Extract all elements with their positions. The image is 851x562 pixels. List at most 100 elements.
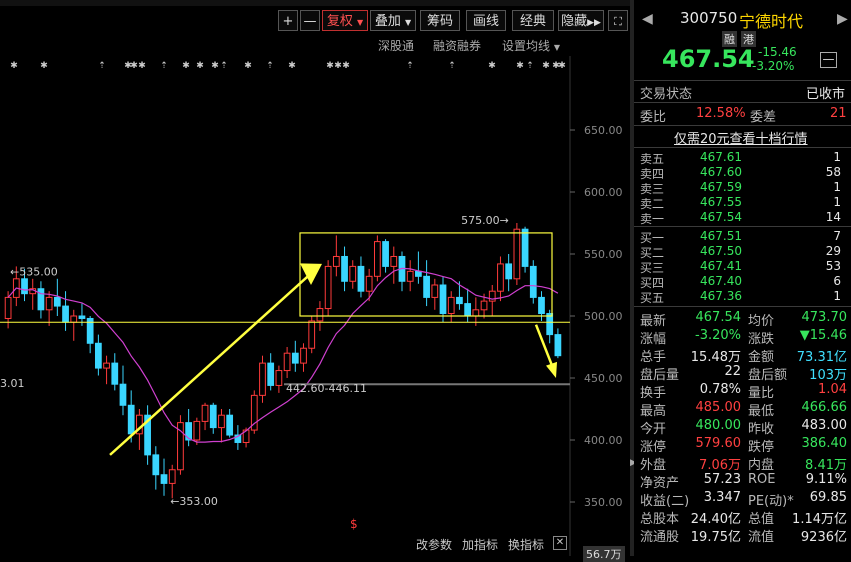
price-change: -15.46 — [758, 45, 797, 59]
bid-price: 467.50 — [700, 244, 742, 258]
ask-volume: 1 — [833, 180, 841, 194]
ask-volume: 1 — [833, 195, 841, 209]
stat-value: 103万 — [809, 368, 847, 383]
gaicanshu-link[interactable]: 改参数 — [416, 536, 452, 553]
bid-row[interactable]: 买一 467.51 7 — [634, 229, 851, 245]
chart-toolbar: + — 复权 ▼ 叠加 ▼ 筹码 画线 经典 隐藏▶▶ ⛶ — [0, 8, 630, 32]
left-high-annotation: ←535.00 — [10, 266, 58, 279]
stat-value: 579.60 — [695, 436, 742, 451]
stat-row: 最高 485.00 最低 466.66 — [634, 400, 851, 419]
bid-price: 467.36 — [700, 289, 742, 303]
event-marker: ✱ — [288, 61, 296, 71]
event-marker: ⇡ — [448, 61, 456, 71]
stat-label: 跌停 — [748, 440, 775, 455]
last-price: 467.54 — [662, 45, 755, 73]
close-icon[interactable]: ✕ — [553, 536, 567, 550]
shengutong-link[interactable]: 深股通 — [378, 37, 414, 54]
stat-value: 69.85 — [809, 490, 847, 505]
bid-volume: 29 — [825, 244, 841, 258]
rongzi-link[interactable]: 融资融券 — [433, 37, 481, 54]
stat-label: 均价 — [748, 314, 775, 329]
bid-row[interactable]: 买四 467.40 6 — [634, 274, 851, 290]
candle-body — [103, 362, 110, 369]
ma-settings-link[interactable]: 设置均线 ▼ — [502, 37, 560, 54]
event-marker: ✱ — [342, 61, 350, 71]
minimize-icon[interactable]: — — [820, 52, 837, 68]
weibi-label: 委比 — [640, 110, 667, 125]
jingdian-button[interactable]: 经典 — [512, 10, 554, 31]
jiazhibiao-link[interactable]: 加指标 — [462, 536, 498, 553]
stat-value: 24.40亿 — [690, 512, 741, 527]
ask-price: 467.61 — [700, 150, 742, 164]
ask-price: 467.55 — [700, 195, 742, 209]
y-tick-label: 450.00 — [584, 372, 623, 385]
quote-panel: ◀ 300750 宁德时代 ▶ 融 港 467.54 -15.46 -3.20%… — [634, 0, 851, 556]
ask-row[interactable]: 卖二 467.55 1 — [634, 195, 851, 211]
bid-row[interactable]: 买二 467.50 29 — [634, 244, 851, 260]
candle-body — [127, 404, 135, 435]
y-tick-label: 600.00 — [584, 186, 623, 199]
ask-row[interactable]: 卖三 467.59 1 — [634, 180, 851, 196]
next-stock-icon[interactable]: ▶ — [837, 11, 848, 27]
fuquan-label: 复权 — [326, 14, 353, 29]
ask-row[interactable]: 卖四 467.60 58 — [634, 165, 851, 181]
candle-body — [259, 362, 266, 396]
zoom-in-button[interactable]: + — [278, 10, 298, 31]
stat-label: 最低 — [748, 404, 775, 419]
ask-row[interactable]: 卖一 467.54 14 — [634, 210, 851, 226]
bid-row[interactable]: 买三 467.41 53 — [634, 259, 851, 275]
event-marker: ✱ — [516, 61, 524, 71]
candle-body — [316, 308, 324, 322]
y-tick-label: 550.00 — [584, 248, 623, 261]
event-marker: ✱ — [10, 61, 18, 71]
dividend-marker-icon: $ — [350, 517, 358, 531]
stat-value: 3.347 — [703, 490, 741, 505]
stat-row: 今开 480.00 昨收 483.00 — [634, 418, 851, 437]
yincang-button[interactable]: 隐藏▶▶ — [558, 10, 604, 31]
fuquan-button[interactable]: 复权 ▼ — [322, 10, 368, 31]
level2-promo-link[interactable]: 仅需20元查看十档行情 — [674, 128, 808, 147]
volume-readout: 56.7万 — [583, 546, 625, 562]
candle-body — [324, 265, 332, 310]
bid-row[interactable]: 买五 467.36 1 — [634, 289, 851, 305]
fullscreen-icon[interactable]: ⛶ — [608, 10, 628, 31]
chevron-down-icon: ▼ — [357, 18, 364, 27]
stat-value: 19.75亿 — [690, 530, 741, 545]
ask-row[interactable]: 卖五 467.61 1 — [634, 150, 851, 166]
huanzhibiao-link[interactable]: 换指标 — [508, 536, 544, 553]
double-chevron-right-icon: ▶▶ — [587, 18, 601, 28]
stat-label: 量比 — [748, 386, 775, 401]
zoom-out-button[interactable]: — — [300, 10, 320, 31]
huaxian-button[interactable]: 画线 — [466, 10, 506, 31]
gap-annotation: 442.60-446.11 — [286, 382, 367, 395]
bid-volume: 1 — [833, 289, 841, 303]
candle-body — [382, 241, 389, 267]
prev-stock-icon[interactable]: ◀ — [642, 11, 653, 27]
candle-body — [308, 320, 316, 349]
stat-row: 最新 467.54 均价 473.70 — [634, 310, 851, 329]
ask-volume: 1 — [833, 150, 841, 164]
stat-value: 466.66 — [801, 400, 848, 415]
stat-row: 换手 0.78% 量比 1.04 — [634, 382, 851, 401]
diejia-button[interactable]: 叠加 ▼ — [370, 10, 416, 31]
stock-name: 宁德时代 — [739, 12, 804, 31]
ask-volume: 58 — [825, 165, 841, 179]
candle-body — [300, 347, 307, 364]
stat-label: ROE — [748, 472, 776, 487]
stat-value: 485.00 — [695, 400, 742, 415]
stat-label: 内盘 — [748, 458, 775, 473]
chouma-button[interactable]: 筹码 — [420, 10, 460, 31]
stat-value: 8.41万 — [805, 458, 847, 473]
candle-body — [185, 422, 193, 441]
candle-body — [538, 296, 545, 315]
kline-chart[interactable]: ✱ ✱ ⇡ ✱✱ ✱ ⇡ ✱ ✱ ✱ ⇡ ✱ ⇡ ✱ ✱ ✱ ✱ ⇡ ⇡ ✱ ✱ ⇡ ✱ ✱✱ 575.00→←535.00… — [0, 56, 630, 556]
candle-body — [505, 263, 513, 280]
candle-body — [521, 228, 529, 267]
stat-label: 净资产 — [640, 476, 680, 491]
stat-value: ▼15.46 — [799, 328, 847, 343]
ask-price: 467.60 — [700, 165, 742, 179]
stat-value: 9.11% — [805, 472, 847, 487]
candle-body — [357, 265, 365, 292]
event-marker: ✱ — [40, 61, 48, 71]
event-marker: ✱ — [138, 61, 146, 71]
